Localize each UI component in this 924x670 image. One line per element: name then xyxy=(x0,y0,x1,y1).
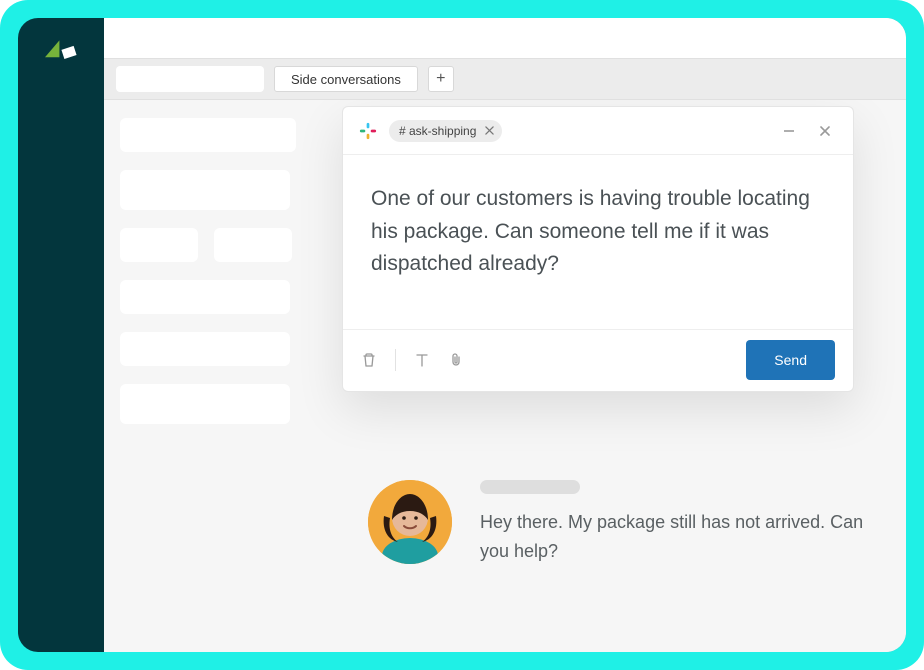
top-bar xyxy=(104,18,906,58)
plus-icon: + xyxy=(436,71,445,87)
sidebar-placeholders xyxy=(120,118,296,424)
send-button-label: Send xyxy=(774,352,807,368)
compose-body-text[interactable]: One of our customers is having trouble l… xyxy=(343,155,853,329)
attachment-icon[interactable] xyxy=(448,352,464,368)
placeholder-block xyxy=(120,228,198,262)
message-text: Hey there. My package still has not arri… xyxy=(480,508,886,566)
tab-bar: Side conversations + xyxy=(104,58,906,100)
brand-rail xyxy=(18,18,104,652)
placeholder-block xyxy=(120,280,290,314)
sender-placeholder xyxy=(480,480,580,494)
trash-icon[interactable] xyxy=(361,352,377,368)
compose-header: # ask-shipping xyxy=(343,107,853,155)
customer-avatar xyxy=(368,480,452,564)
content-area: Side conversations + xyxy=(104,18,906,652)
compose-footer: Send xyxy=(343,329,853,391)
workspace: # ask-shipping One of xyxy=(104,100,906,652)
conversation-message: Hey there. My package still has not arri… xyxy=(368,480,886,566)
send-button[interactable]: Send xyxy=(746,340,835,380)
tab-placeholder xyxy=(116,66,264,92)
separator xyxy=(395,349,396,371)
tab-label: Side conversations xyxy=(291,72,401,87)
side-conversation-compose-panel: # ask-shipping One of xyxy=(342,106,854,392)
close-button[interactable] xyxy=(813,119,837,143)
slack-icon xyxy=(359,122,377,140)
message-column: Hey there. My package still has not arri… xyxy=(480,480,886,566)
app-window: Side conversations + xyxy=(18,18,906,652)
placeholder-row xyxy=(120,228,296,262)
minimize-button[interactable] xyxy=(777,119,801,143)
placeholder-block xyxy=(120,332,290,366)
placeholder-block xyxy=(120,170,290,210)
remove-chip-icon[interactable] xyxy=(484,126,494,136)
tab-side-conversations[interactable]: Side conversations xyxy=(274,66,418,92)
placeholder-block xyxy=(120,118,296,152)
channel-chip[interactable]: # ask-shipping xyxy=(389,120,502,142)
zendesk-logo-icon xyxy=(45,38,77,62)
add-tab-button[interactable]: + xyxy=(428,66,454,92)
text-format-icon[interactable] xyxy=(414,352,430,368)
placeholder-block xyxy=(214,228,292,262)
outer-frame: Side conversations + xyxy=(0,0,924,670)
placeholder-block xyxy=(120,384,290,424)
channel-chip-label: # ask-shipping xyxy=(399,124,476,138)
